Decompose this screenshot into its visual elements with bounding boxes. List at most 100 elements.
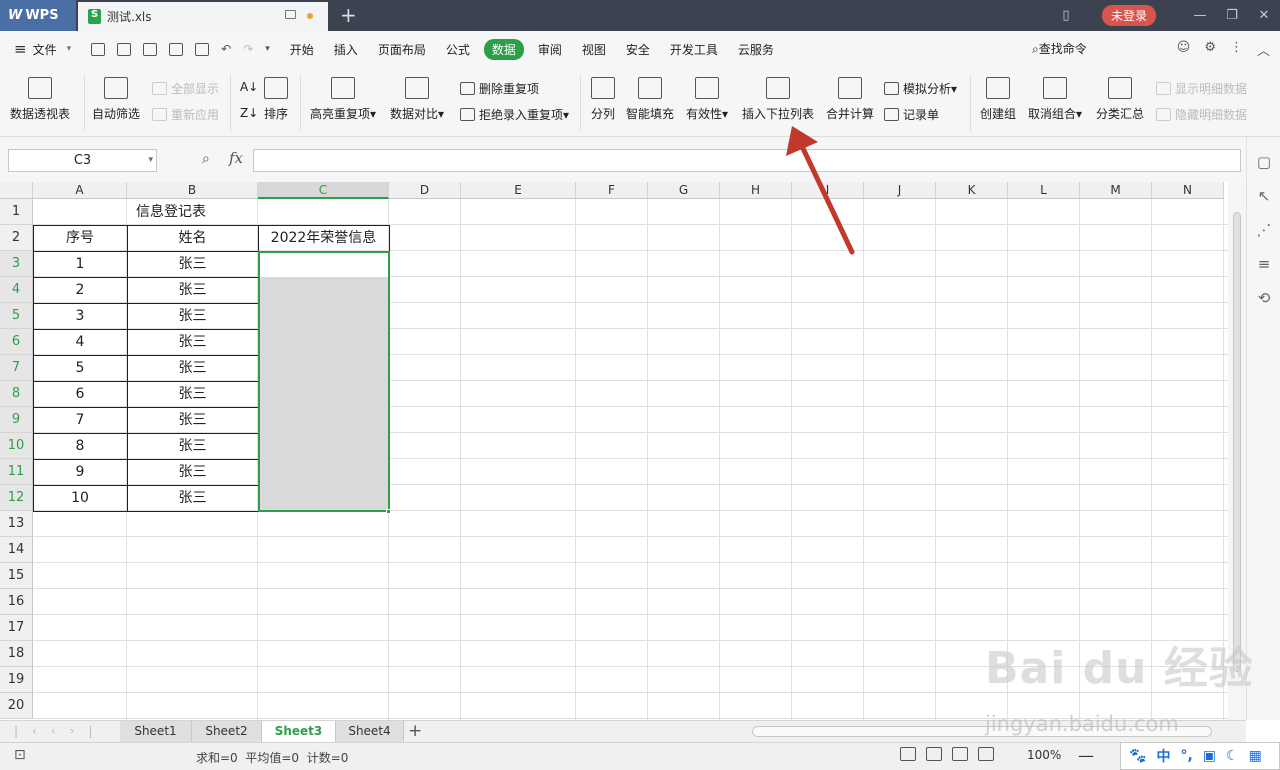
panel-icon[interactable]: ▢	[1247, 153, 1280, 171]
row-header-3[interactable]: 3	[0, 251, 33, 277]
add-sheet-button[interactable]: +	[408, 721, 422, 741]
record-no[interactable]: 1	[33, 251, 127, 277]
record-name[interactable]: 张三	[127, 459, 258, 485]
row-header-19[interactable]: 19	[0, 667, 33, 693]
record-name[interactable]: 张三	[127, 329, 258, 355]
tab-security[interactable]: 安全	[626, 41, 650, 58]
column-header-n[interactable]: N	[1152, 182, 1224, 199]
wps-home-tab[interactable]: W WPS	[0, 0, 76, 31]
header-honor[interactable]: 2022年荣誉信息	[258, 225, 389, 251]
record-name[interactable]: 张三	[127, 277, 258, 303]
tab-formula[interactable]: 公式	[446, 41, 470, 58]
sheet-title-cell[interactable]: 信息登记表	[33, 199, 309, 225]
sheet-nav-arrows[interactable]: |‹‹›|	[14, 724, 106, 738]
record-name[interactable]: 张三	[127, 355, 258, 381]
monitor-icon[interactable]	[285, 10, 296, 19]
sheet-tab-1[interactable]: Sheet1	[120, 721, 192, 743]
moon-icon[interactable]: ☾	[1226, 748, 1239, 764]
row-header-11[interactable]: 11	[0, 459, 33, 485]
record-no[interactable]: 5	[33, 355, 127, 381]
record-no[interactable]: 10	[33, 485, 127, 511]
record-no[interactable]: 4	[33, 329, 127, 355]
login-button[interactable]: 未登录	[1101, 5, 1156, 26]
row-header-8[interactable]: 8	[0, 381, 33, 407]
create-group-button[interactable]: 创建组	[980, 71, 1016, 122]
search-command[interactable]: ⌕查找命令	[1032, 40, 1087, 57]
column-header-d[interactable]: D	[389, 182, 461, 199]
print-icon[interactable]	[169, 42, 184, 56]
split-column-button[interactable]: 分列	[591, 71, 615, 122]
row-header-9[interactable]: 9	[0, 407, 33, 433]
column-header-m[interactable]: M	[1080, 182, 1152, 199]
open-icon[interactable]	[91, 42, 106, 56]
row-header-10[interactable]: 10	[0, 433, 33, 459]
column-header-j[interactable]: J	[864, 182, 936, 199]
page-break-view-icon[interactable]	[926, 747, 942, 761]
show-detail-button[interactable]: 显示明细数据	[1156, 80, 1247, 97]
reject-duplicates-button[interactable]: 拒绝录入重复项 ▾	[460, 106, 569, 123]
record-no[interactable]: 8	[33, 433, 127, 459]
column-header-c[interactable]: C	[258, 182, 389, 199]
row-header-2[interactable]: 2	[0, 225, 33, 251]
chevron-down-icon[interactable]: ▾	[67, 44, 72, 54]
column-header-a[interactable]: A	[33, 182, 127, 199]
normal-view-icon[interactable]	[900, 747, 916, 761]
record-name[interactable]: 张三	[127, 485, 258, 511]
punctuation-icon[interactable]: °,	[1180, 748, 1192, 764]
record-name[interactable]: 张三	[127, 433, 258, 459]
row-header-7[interactable]: 7	[0, 355, 33, 381]
restore-button[interactable]: ❐	[1216, 8, 1248, 23]
ungroup-button[interactable]: 取消组合▾	[1028, 71, 1082, 122]
ime-lang[interactable]: 中	[1156, 746, 1170, 766]
share-icon[interactable]: ⋰	[1247, 221, 1280, 239]
row-header-14[interactable]: 14	[0, 537, 33, 563]
sheet-tab-2[interactable]: Sheet2	[192, 721, 262, 743]
hamburger-icon[interactable]: ≡	[14, 40, 27, 58]
save-icon[interactable]	[117, 42, 132, 56]
record-name[interactable]: 张三	[127, 251, 258, 277]
hide-detail-button[interactable]: 隐藏明细数据	[1156, 106, 1247, 123]
tab-cloud[interactable]: 云服务	[738, 41, 774, 58]
zoom-out-button[interactable]: —	[1078, 746, 1094, 765]
close-button[interactable]: ✕	[1248, 8, 1280, 23]
delete-duplicates-button[interactable]: 删除重复项	[460, 80, 539, 97]
record-no[interactable]: 6	[33, 381, 127, 407]
minimize-button[interactable]: —	[1184, 8, 1216, 23]
column-header-l[interactable]: L	[1008, 182, 1080, 199]
sheet-tab-4[interactable]: Sheet4	[336, 721, 404, 743]
record-name[interactable]: 张三	[127, 303, 258, 329]
settings-icon[interactable]: ⚙	[1204, 40, 1216, 59]
row-header-6[interactable]: 6	[0, 329, 33, 355]
row-header-4[interactable]: 4	[0, 277, 33, 303]
highlight-duplicates-button[interactable]: 高亮重复项▾	[310, 71, 376, 122]
tab-review[interactable]: 审阅	[538, 41, 562, 58]
validity-button[interactable]: 有效性▾	[686, 71, 728, 122]
record-no[interactable]: 2	[33, 277, 127, 303]
column-header-b[interactable]: B	[127, 182, 258, 199]
tab-developer[interactable]: 开发工具	[670, 41, 718, 58]
record-no[interactable]: 7	[33, 407, 127, 433]
redo-icon[interactable]: ↷	[243, 42, 253, 56]
header-no[interactable]: 序号	[33, 225, 127, 251]
name-box[interactable]: C3	[8, 149, 157, 172]
row-header-20[interactable]: 20	[0, 693, 33, 719]
data-compare-button[interactable]: 数据对比▾	[390, 71, 444, 122]
column-header-i[interactable]: I	[792, 182, 864, 199]
row-header-16[interactable]: 16	[0, 589, 33, 615]
new-tab-button[interactable]: +	[340, 3, 357, 27]
zoom-level[interactable]: 100%	[1027, 748, 1061, 762]
undo-icon[interactable]: ↶	[221, 42, 231, 56]
tab-page-layout[interactable]: 页面布局	[378, 41, 426, 58]
file-tab[interactable]: 测试.xls	[78, 2, 328, 31]
scroll-thumb[interactable]	[1233, 212, 1241, 672]
page-layout-view-icon[interactable]	[952, 747, 968, 761]
collapse-ribbon-icon[interactable]: ︿	[1257, 40, 1270, 59]
tab-view[interactable]: 视图	[582, 41, 606, 58]
pivot-table-button[interactable]: 数据透视表	[10, 71, 70, 122]
record-name[interactable]: 张三	[127, 407, 258, 433]
tab-start[interactable]: 开始	[290, 41, 314, 58]
preview-icon[interactable]	[195, 42, 210, 56]
row-header-18[interactable]: 18	[0, 641, 33, 667]
column-header-h[interactable]: H	[720, 182, 792, 199]
sort-asc-button[interactable]: A↓	[240, 80, 258, 94]
